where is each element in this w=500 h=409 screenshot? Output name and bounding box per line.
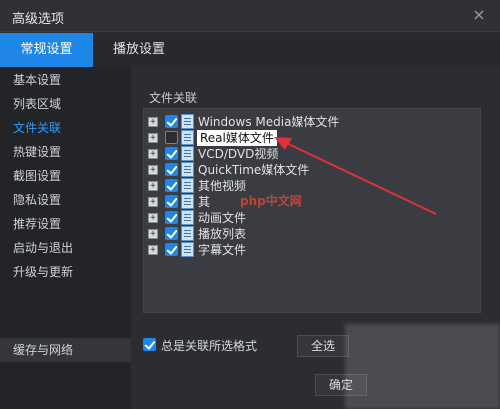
always-associate-checkbox[interactable] bbox=[143, 338, 156, 351]
blur-overlay bbox=[345, 324, 500, 409]
always-associate-label: 总是关联所选格式 bbox=[161, 339, 258, 353]
select-all-button[interactable]: 全选 bbox=[297, 335, 349, 357]
